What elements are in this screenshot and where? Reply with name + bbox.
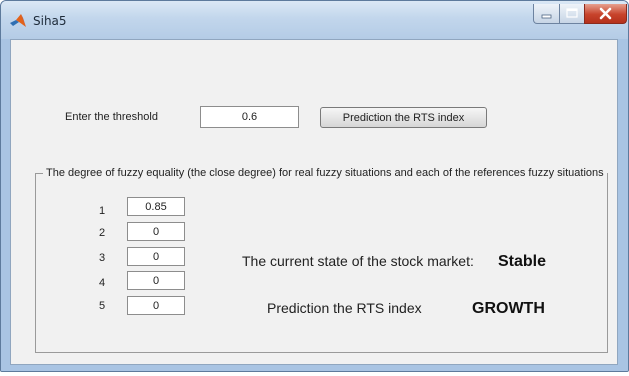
market-state-label: The current state of the stock market: [242, 253, 474, 269]
threshold-input[interactable] [200, 106, 299, 128]
row-index-2: 2 [98, 227, 106, 239]
close-icon [599, 7, 612, 20]
row-index-4: 4 [98, 277, 106, 289]
app-window: Siha5 Enter the threshold Prediction the… [0, 0, 629, 372]
group-title: The degree of fuzzy equality (the close … [43, 167, 607, 179]
row-index-3: 3 [98, 252, 106, 264]
prediction-label: Prediction the RTS index [267, 300, 422, 316]
window-title: Siha5 [33, 14, 67, 28]
row-index-1: 1 [98, 205, 106, 217]
threshold-label: Enter the threshold [65, 111, 158, 123]
degree-field-2[interactable] [127, 222, 185, 241]
degree-field-3[interactable] [127, 247, 185, 266]
window-bottom-border [1, 365, 628, 371]
degree-field-1[interactable] [127, 197, 185, 216]
degree-field-5[interactable] [127, 296, 185, 315]
matlab-icon [10, 14, 26, 27]
minimize-button[interactable] [533, 4, 560, 24]
prediction-value: GROWTH [472, 300, 545, 317]
row-index-5: 5 [98, 300, 106, 312]
degree-field-4[interactable] [127, 271, 185, 290]
title-bar[interactable]: Siha5 [1, 1, 628, 39]
maximize-button[interactable] [559, 4, 585, 24]
predict-rts-button[interactable]: Prediction the RTS index [320, 107, 487, 128]
minimize-icon [541, 14, 552, 19]
close-button[interactable] [584, 4, 627, 24]
market-state-value: Stable [498, 253, 547, 270]
maximize-icon [566, 8, 578, 18]
figure-panel: Enter the threshold Prediction the RTS i… [10, 39, 618, 365]
